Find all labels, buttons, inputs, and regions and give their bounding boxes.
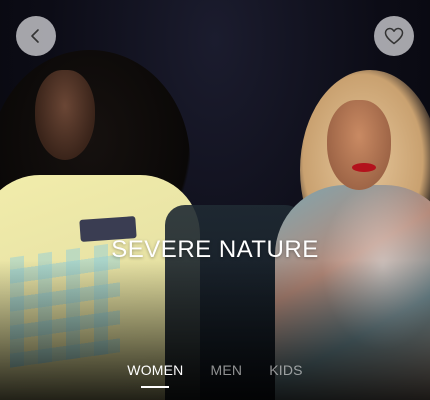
hero-banner: SEVERE NATURE WOMEN MEN KIDS — [0, 0, 430, 400]
tab-label: KIDS — [269, 362, 303, 378]
hero-image-right-model-lips — [352, 163, 376, 172]
hero-image-right-model-face — [327, 100, 391, 190]
category-tabs: WOMEN MEN KIDS — [0, 362, 430, 388]
tab-women[interactable]: WOMEN — [127, 362, 183, 388]
hero-image-left-model-face — [35, 70, 95, 160]
active-tab-indicator — [141, 386, 170, 388]
hero-title: SEVERE NATURE — [111, 236, 319, 263]
favorite-button[interactable] — [374, 16, 414, 56]
tab-label: WOMEN — [127, 362, 184, 378]
tab-kids[interactable]: KIDS — [269, 362, 302, 388]
back-button[interactable] — [16, 16, 56, 56]
heart-outline-icon — [384, 27, 404, 45]
chevron-left-icon — [31, 29, 39, 43]
tab-men[interactable]: MEN — [211, 362, 243, 388]
tab-label: MEN — [210, 362, 243, 378]
